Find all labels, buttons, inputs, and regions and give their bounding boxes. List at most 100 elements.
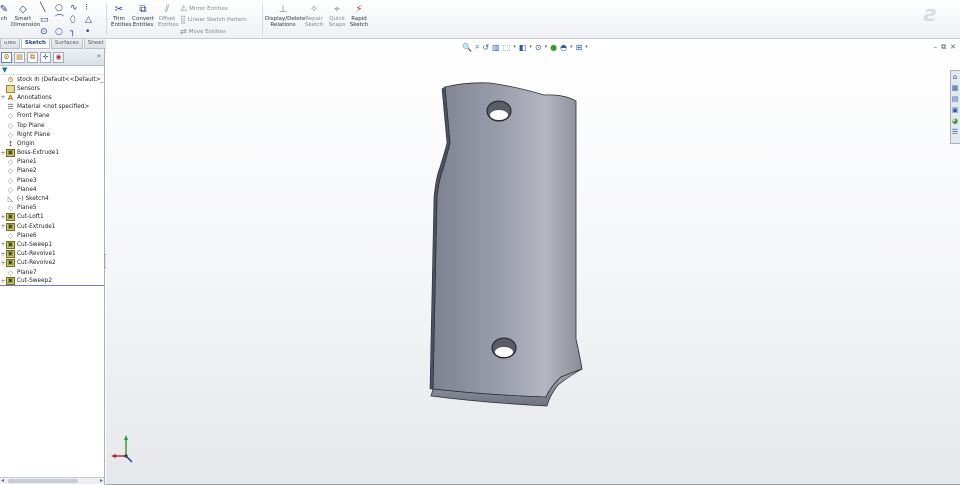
quick-snaps-button[interactable]: ⌖ Quick Snaps <box>328 4 346 28</box>
tab-ures[interactable]: ures <box>0 39 20 49</box>
trim-entities-button[interactable]: ✂ Trim Entities <box>110 4 132 28</box>
text-icon[interactable]: ┐ <box>70 28 85 37</box>
convert-entities-button[interactable]: ⧉ Convert Entities <box>132 4 154 28</box>
repair-sketch-button[interactable]: ✧ Repair Sketch <box>305 3 324 28</box>
part-top-hole-inner <box>490 110 508 120</box>
tree-item-sketch4[interactable]: ◺ (-) Sketch4 <box>0 194 104 203</box>
tree-item-front-plane[interactable]: ◇ Front Plane <box>0 112 104 121</box>
part-model-view[interactable] <box>106 39 960 485</box>
tree-item-cut-sweep1[interactable]: + ▣ Cut-Sweep1 <box>0 240 104 249</box>
tree-item-label: Top Plane <box>17 122 45 129</box>
dimxpert-manager-tab-icon[interactable]: ✛ <box>40 51 51 63</box>
feat-icon: ▣ <box>6 213 15 222</box>
tree-item-cut-revolve2[interactable]: + ▣ Cut-Revolve2 <box>0 259 104 268</box>
tree-item-label: Cut-Revolve2 <box>17 260 56 267</box>
panel-horizontal-scrollbar[interactable]: ◂ ▸ <box>0 477 104 484</box>
linear-sketch-pattern-button[interactable]: ⣿ Linear Sketch Pattern <box>180 15 247 24</box>
smart-dimension-button[interactable]: ◇ Smart Dimension <box>10 3 40 28</box>
sketch-button[interactable]: ✎ ch <box>0 4 8 22</box>
plane-icon: ◇ <box>7 268 14 277</box>
tree-filter[interactable]: ▼ <box>0 66 104 75</box>
property-manager-tab-icon[interactable]: ▤ <box>14 51 25 63</box>
polygon-icon[interactable]: △ <box>85 16 100 25</box>
tree-item-plane1[interactable]: ◇ Plane1 <box>0 158 104 167</box>
sketch-entity-tools: ╲ ○ ∿ ⁝ ▭ ⌒ ⬯ △ ⊙ ○ ┐ • <box>40 4 100 37</box>
tree-item-material-not-specified[interactable]: ☰ Material <not specified> <box>0 103 104 112</box>
tree-item-plane2[interactable]: ◇ Plane2 <box>0 167 104 176</box>
tree-item-origin[interactable]: ↥ Origin <box>0 139 104 148</box>
sketch-icon: ✎ <box>0 3 9 15</box>
line-icon[interactable]: ╲ <box>40 4 55 13</box>
tab-sketch[interactable]: Sketch <box>20 39 50 49</box>
scroll-right-icon[interactable]: ▸ <box>100 477 103 484</box>
tree-item-label: Cut-Sweep1 <box>17 241 53 248</box>
point-icon[interactable]: ⁝ <box>85 4 100 13</box>
display-delete-relations-button[interactable]: ⊥ Display/Delete Relations <box>265 3 305 28</box>
expand-panel-icon[interactable]: » <box>97 52 101 60</box>
plane-icon: ◇ <box>7 130 14 139</box>
spline-icon[interactable]: ∿ <box>70 4 85 13</box>
tree-item-top-plane[interactable]: ◇ Top Plane <box>0 121 104 130</box>
rectangle-icon[interactable]: ▭ <box>40 16 55 25</box>
feature-tree: ⚙stock lh (Default<<Default>_DisplaSenso… <box>0 75 104 287</box>
tree-item-sensors[interactable]: Sensors <box>0 84 104 93</box>
tree-item-label: (-) Sketch4 <box>17 196 49 203</box>
tree-item-plane5[interactable]: ◇ Plane5 <box>0 204 104 213</box>
panel-tabs: ⚙ ▤ ⧉ ✛ ◉ » <box>0 49 104 66</box>
circle-icon[interactable]: ○ <box>55 4 70 13</box>
move-icon: ⇄ <box>180 27 187 36</box>
configuration-manager-tab-icon[interactable]: ⧉ <box>27 51 38 63</box>
plane-sketch-icon[interactable]: • <box>85 28 100 37</box>
move-entities-button[interactable]: ⇄ Move Entities <box>180 27 226 36</box>
tree-item-cut-extrude1[interactable]: + ▣ Cut-Extrude1 <box>0 222 104 231</box>
plane-icon: ◇ <box>7 112 14 121</box>
plane-icon: ◇ <box>7 185 14 194</box>
tree-item-annotations[interactable]: + A Annotations <box>0 93 104 102</box>
tree-item-label: Sensors <box>17 85 40 92</box>
feature-manager-tab-icon[interactable]: ⚙ <box>1 51 12 63</box>
tree-item-label: Front Plane <box>17 113 50 120</box>
tree-item-label: Plane2 <box>17 168 37 175</box>
smart-dimension-icon: ◇ <box>19 3 27 15</box>
slot-icon[interactable]: ⊙ <box>40 28 55 37</box>
tree-item-label: Cut-Revolve1 <box>17 251 56 258</box>
tree-item-label: stock lh (Default<<Default>_Displa <box>17 76 104 83</box>
graphics-area[interactable]: 🔍 ⌕ ↺ ▥ ⬚ ▾ ◧ ▾ ⊙ ▾ ● ◓ ▾ ⊞ ▾ – ⧉ ✕ ⌂ ▦ ▤ ▣ ◕… <box>106 39 960 485</box>
tree-item-label: Cut-Extrude1 <box>17 223 56 230</box>
tree-item-label: Annotations <box>17 94 52 101</box>
repair-icon: ✧ <box>309 3 319 15</box>
tree-item-label: Cut-Loft1 <box>17 214 44 221</box>
plane-icon: ◇ <box>7 167 14 176</box>
tree-item-cut-sweep2[interactable]: + ▣ Cut-Sweep2 <box>0 277 104 287</box>
arc-icon[interactable]: ⌒ <box>55 16 70 25</box>
tree-item-plane4[interactable]: ◇ Plane4 <box>0 185 104 194</box>
pattern-icon: ⣿ <box>180 15 186 24</box>
mirror-entities-button[interactable]: ⚠ Mirror Entities <box>180 4 228 13</box>
feat-icon: ▣ <box>6 259 15 268</box>
tree-item-plane6[interactable]: ◇ Plane6 <box>0 231 104 240</box>
tree-item-cut-revolve1[interactable]: + ▣ Cut-Revolve1 <box>0 250 104 259</box>
plane-icon: ◇ <box>7 204 14 213</box>
tree-item-label: Cut-Sweep2 <box>17 278 53 285</box>
offset-entities-button[interactable]: ⫽ Offset Entities <box>157 4 179 28</box>
tree-item-plane7[interactable]: ◇ Plane7 <box>0 268 104 277</box>
scroll-thumb[interactable] <box>8 479 78 483</box>
ellipse-icon[interactable]: ⬯ <box>70 16 85 25</box>
tree-item-cut-loft1[interactable]: + ▣ Cut-Loft1 <box>0 213 104 222</box>
fillet-icon[interactable]: ○ <box>55 28 70 37</box>
tree-item-right-plane[interactable]: ◇ Right Plane <box>0 130 104 139</box>
rapid-sketch-button[interactable]: ⚡ Rapid Sketch <box>349 4 369 28</box>
tree-item-label: Plane1 <box>17 159 37 166</box>
relations-icon: ⊥ <box>278 3 288 15</box>
tree-item-stock-lh-default-default-displa[interactable]: ⚙stock lh (Default<<Default>_Displa <box>0 75 104 84</box>
tree-item-plane3[interactable]: ◇ Plane3 <box>0 176 104 185</box>
display-manager-tab-icon[interactable]: ◉ <box>53 51 64 63</box>
scroll-left-icon[interactable]: ◂ <box>1 477 4 484</box>
tree-item-boss-extrude1[interactable]: + ▣ Boss-Extrude1 <box>0 149 104 158</box>
tree-item-label: Plane3 <box>17 177 37 184</box>
command-manager: ✎ ch ◇ Smart Dimension ╲ ○ ∿ ⁝ ▭ ⌒ ⬯ △ ⊙… <box>0 0 960 39</box>
tree-item-label: Plane6 <box>17 232 37 239</box>
tab-surfaces[interactable]: Surfaces <box>50 39 83 49</box>
quick-snaps-icon: ⌖ <box>334 3 340 15</box>
tree-item-label: Boss-Extrude1 <box>17 150 60 157</box>
